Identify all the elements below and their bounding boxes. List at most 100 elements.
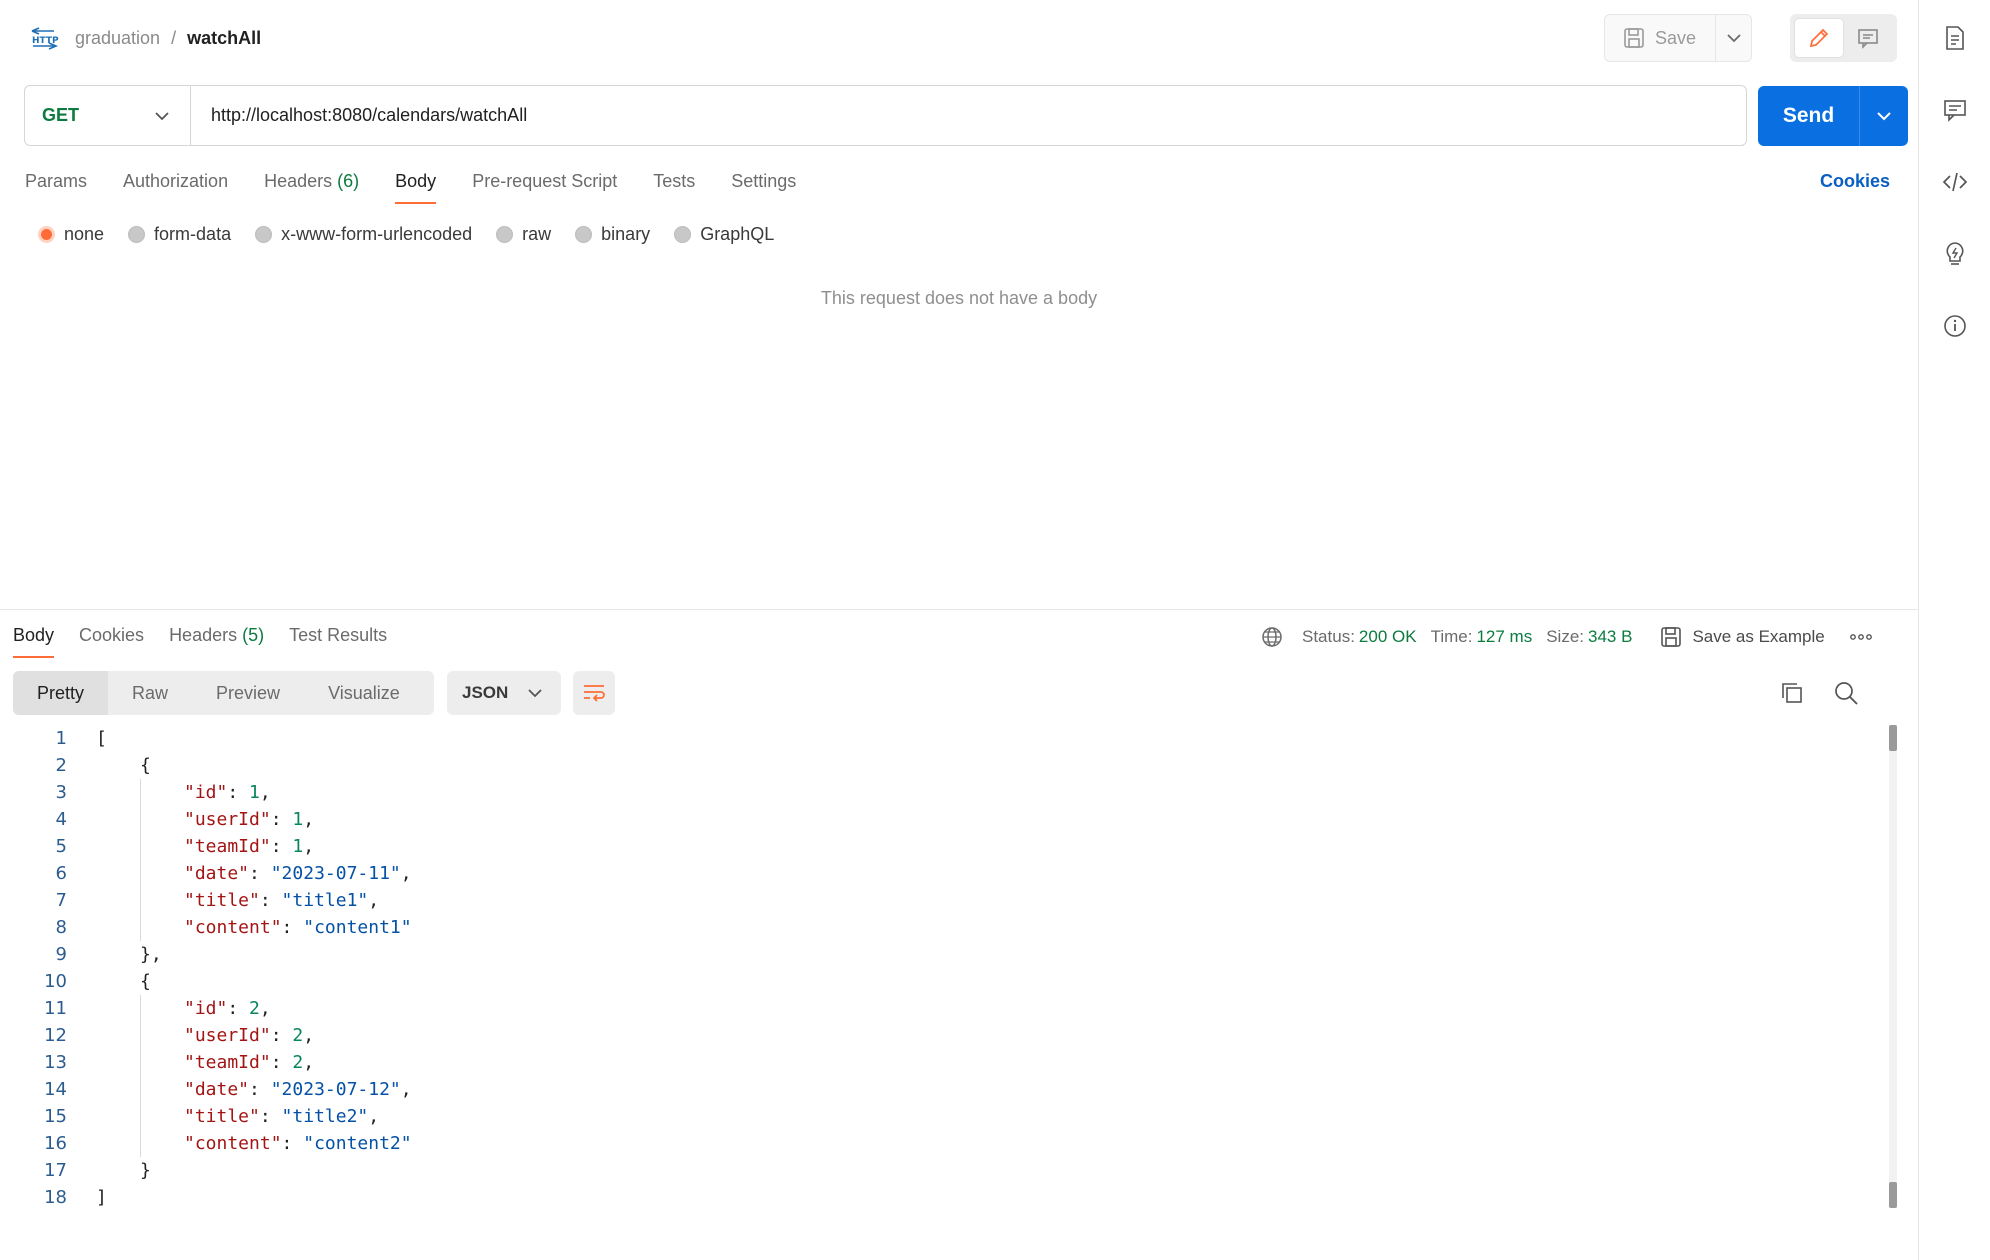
code-line: 5 "teamId": 1, <box>0 833 1910 860</box>
status-value[interactable]: 200 OK <box>1359 627 1417 647</box>
wrap-lines-button[interactable] <box>573 671 615 715</box>
radio-dot <box>255 226 273 243</box>
more-options-icon[interactable] <box>1849 632 1873 642</box>
code-text: "date": "2023-07-11", <box>184 863 412 884</box>
view-mode-toggle <box>1790 14 1897 62</box>
radio-dot <box>38 226 55 243</box>
save-options-dropdown[interactable] <box>1715 15 1751 61</box>
code-line: 10 { <box>0 968 1910 995</box>
code-line: 2{ <box>0 752 1910 779</box>
line-number: 2 <box>55 755 67 776</box>
tab-authorization[interactable]: Authorization <box>123 168 228 208</box>
tab-pre-request-script[interactable]: Pre-request Script <box>472 168 617 208</box>
code-text: "content": "content2" <box>184 1133 412 1154</box>
save-as-example-button[interactable]: Save as Example <box>1660 626 1825 648</box>
copy-icon[interactable] <box>1778 679 1806 707</box>
cookies-link[interactable]: Cookies <box>1820 171 1890 192</box>
method-select[interactable]: GET <box>25 86 191 145</box>
tab-body[interactable]: Body <box>395 168 437 208</box>
comments-mode-button[interactable] <box>1844 18 1893 58</box>
empty-body-message: This request does not have a body <box>820 288 1098 308</box>
code-line: 8 "content": "content1" <box>0 914 1910 941</box>
info-icon[interactable] <box>1941 312 1969 340</box>
code-line: 18] <box>0 1184 1910 1211</box>
code-line: 1[ <box>0 725 1910 752</box>
breadcrumb-request-name[interactable]: watchAll <box>187 28 261 49</box>
format-raw[interactable]: Raw <box>108 671 192 715</box>
radio-form-data[interactable]: form-data <box>128 224 231 245</box>
comment-icon[interactable] <box>1941 96 1969 124</box>
indent-guide <box>140 995 141 1157</box>
search-icon[interactable] <box>1832 679 1860 707</box>
response-tab-test-results[interactable]: Test Results <box>289 622 387 662</box>
response-tab-body[interactable]: Body <box>13 622 55 662</box>
right-context-bar <box>1918 0 1990 1260</box>
code-text: "teamId": 1, <box>184 836 315 857</box>
code-text: "title": "title1", <box>184 890 380 911</box>
code-line: 13 "teamId": 2, <box>0 1049 1910 1076</box>
url-input[interactable]: http://localhost:8080/calendars/watchAll <box>191 105 527 126</box>
tab-headers[interactable]: Headers (6) <box>264 168 359 208</box>
response-tab-cookies[interactable]: Cookies <box>79 622 144 662</box>
code-text: [ <box>96 728 107 749</box>
response-tab-headers[interactable]: Headers (5) <box>169 622 264 662</box>
edit-mode-button[interactable] <box>1794 18 1844 58</box>
response-body-viewer[interactable]: 1[2{3 "id": 1, 4 "userId": 1, 5 "teamId": 1, 6… <box>0 725 1910 1211</box>
radio-raw[interactable]: raw <box>496 224 551 245</box>
line-number: 7 <box>55 890 67 911</box>
code-line: 6 "date": "2023-07-11", <box>0 860 1910 887</box>
save-icon <box>1660 626 1682 648</box>
pane-divider[interactable] <box>0 609 1918 610</box>
line-number: 3 <box>55 782 67 803</box>
send-options-dropdown[interactable] <box>1860 86 1908 146</box>
code-line: 15 "title": "title2", <box>0 1103 1910 1130</box>
chevron-down-icon <box>527 688 543 698</box>
body-mode-radios: none form-data x-www-form-urlencoded raw… <box>38 224 774 245</box>
wrap-lines-icon <box>581 682 607 704</box>
chevron-down-icon <box>154 111 170 121</box>
format-visualize[interactable]: Visualize <box>304 671 424 715</box>
line-number: 8 <box>55 917 67 938</box>
globe-icon[interactable] <box>1260 625 1284 649</box>
code-icon[interactable] <box>1941 168 1969 196</box>
breadcrumb: HTTP graduation / watchAll <box>29 22 261 54</box>
comment-icon <box>1856 26 1880 50</box>
language-label: JSON <box>462 683 509 702</box>
radio-x-www-form-urlencoded[interactable]: x-www-form-urlencoded <box>255 224 472 245</box>
lightbulb-icon[interactable] <box>1941 240 1969 268</box>
format-pretty[interactable]: Pretty <box>13 671 109 715</box>
code-text: "userId": 2, <box>184 1025 315 1046</box>
code-line: 14 "date": "2023-07-12", <box>0 1076 1910 1103</box>
size-value[interactable]: 343 B <box>1588 627 1632 647</box>
line-number: 14 <box>44 1079 67 1100</box>
line-number: 11 <box>44 998 67 1019</box>
code-line: 3 "id": 1, <box>0 779 1910 806</box>
documentation-icon[interactable] <box>1941 24 1969 52</box>
breadcrumb-collection[interactable]: graduation <box>75 28 160 49</box>
tab-settings[interactable]: Settings <box>731 168 796 208</box>
tab-params[interactable]: Params <box>25 168 87 208</box>
http-icon: HTTP <box>29 25 59 51</box>
scrollbar-thumb[interactable] <box>1889 725 1897 751</box>
save-icon <box>1623 27 1645 49</box>
send-button[interactable]: Send <box>1758 86 1860 146</box>
format-preview[interactable]: Preview <box>192 671 304 715</box>
radio-binary[interactable]: binary <box>575 224 650 245</box>
scrollbar-thumb[interactable] <box>1889 1182 1897 1208</box>
code-text: "title": "title2", <box>184 1106 380 1127</box>
save-button[interactable]: Save <box>1605 15 1715 61</box>
code-text: } <box>140 1160 151 1181</box>
line-number: 18 <box>44 1187 67 1208</box>
time-value[interactable]: 127 ms <box>1476 627 1532 647</box>
response-meta: Status: 200 OK Time: 127 ms Size: 343 B … <box>1260 622 1873 652</box>
pencil-icon <box>1807 26 1831 50</box>
code-line: 9}, <box>0 941 1910 968</box>
language-select[interactable]: JSON <box>447 671 561 715</box>
scrollbar[interactable] <box>1889 725 1897 1208</box>
radio-dot <box>674 226 692 243</box>
line-number: 17 <box>44 1160 67 1181</box>
radio-graphql[interactable]: GraphQL <box>674 224 774 245</box>
code-text: { <box>140 755 151 776</box>
radio-none[interactable]: none <box>38 224 104 245</box>
tab-tests[interactable]: Tests <box>653 168 695 208</box>
